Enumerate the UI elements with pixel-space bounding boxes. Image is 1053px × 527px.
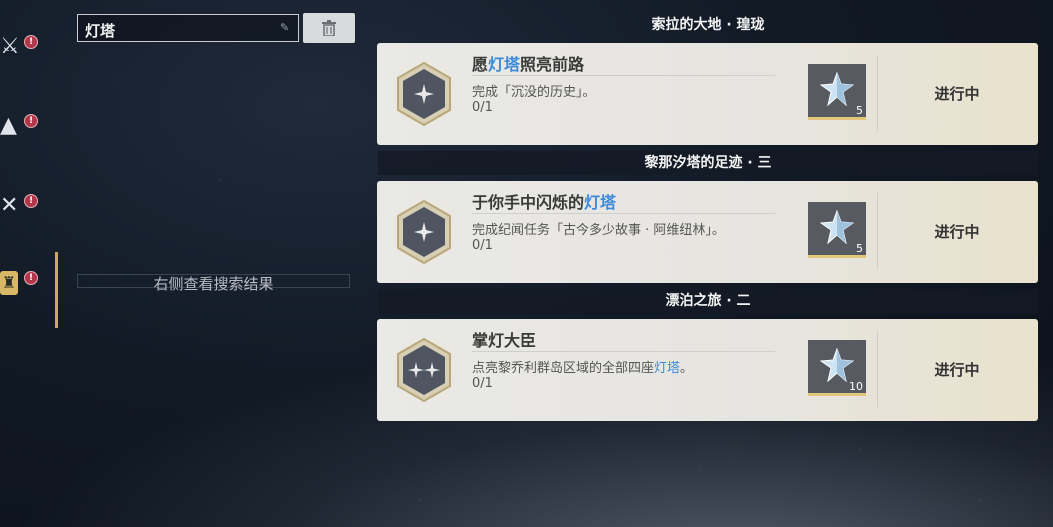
- status-label: 进行中: [934, 361, 980, 379]
- reward-count: 10: [849, 380, 863, 393]
- double-star-emblem-icon: [397, 337, 451, 403]
- crystal-star-icon: [820, 210, 854, 244]
- lighthouse-category-icon: ♜: [0, 271, 18, 295]
- achievement-title: 愿灯塔照亮前路: [472, 55, 585, 74]
- achievement-card[interactable]: 掌灯大臣 点亮黎乔利群岛区域的全部四座灯塔。 0/1 10 进行中: [377, 319, 1038, 421]
- alert-badge: !: [24, 271, 38, 285]
- alert-badge: !: [24, 194, 38, 208]
- achievement-progress: 0/1: [472, 376, 493, 391]
- crystal-star-icon: [820, 348, 854, 382]
- mountain-emblem-icon: ▲: [0, 113, 17, 138]
- search-query-text: 灯塔: [85, 22, 116, 40]
- rail-item-4[interactable]: ♜ !: [0, 263, 40, 303]
- title-divider: [472, 351, 775, 352]
- edit-icon[interactable]: ✎: [280, 22, 292, 34]
- clear-search-button[interactable]: [303, 13, 355, 43]
- achievement-title: 于你手中闪烁的灯塔: [472, 193, 617, 212]
- section-title: 漂泊之旅 · 二: [378, 289, 1038, 313]
- reward-item[interactable]: 5: [808, 202, 866, 258]
- category-rail: ⚔ ! ▲ ! ✕ ! ♜ !: [0, 0, 60, 527]
- title-divider: [472, 75, 775, 76]
- achievement-card[interactable]: 愿灯塔照亮前路 完成「沉没的历史」。 0/1 5 进行中: [377, 43, 1038, 145]
- trash-icon: [322, 20, 336, 36]
- status-label: 进行中: [934, 85, 980, 103]
- crystal-star-icon: [820, 72, 854, 106]
- alert-badge: !: [24, 35, 38, 49]
- status-label: 进行中: [934, 223, 980, 241]
- active-rail-indicator: [55, 252, 58, 328]
- search-result-hint: 右侧查看搜索结果: [77, 274, 350, 293]
- section-title: 索拉的大地 · 瑝珑: [651, 17, 765, 33]
- reward-count: 5: [856, 242, 863, 255]
- reward-count: 5: [856, 104, 863, 117]
- title-divider: [472, 213, 775, 214]
- rail-item-2[interactable]: ▲ !: [0, 106, 40, 146]
- reward-item[interactable]: 5: [808, 64, 866, 120]
- rail-item-1[interactable]: ⚔ !: [0, 27, 40, 67]
- search-input[interactable]: 灯塔 ✎: [77, 14, 299, 42]
- achievement-description: 点亮黎乔利群岛区域的全部四座灯塔。: [472, 361, 694, 376]
- card-divider: [877, 55, 878, 131]
- alert-badge: !: [24, 114, 38, 128]
- card-divider: [877, 331, 878, 407]
- star-emblem-icon: [397, 61, 451, 127]
- card-divider: [877, 193, 878, 269]
- achievement-description: 完成「沉没的历史」。: [472, 85, 596, 100]
- section-title: 黎那汐塔的足迹 · 三: [378, 151, 1038, 175]
- achievement-card[interactable]: 于你手中闪烁的灯塔 完成纪闻任务「古今多少故事 · 阿维纽林」。 0/1 5 进…: [377, 181, 1038, 283]
- reward-item[interactable]: 10: [808, 340, 866, 396]
- achievement-progress: 0/1: [472, 238, 493, 253]
- achievement-progress: 0/1: [472, 100, 493, 115]
- sword-emblem-icon: ⚔: [0, 34, 20, 59]
- crossed-blades-icon: ✕: [0, 193, 19, 218]
- rail-item-3[interactable]: ✕ !: [0, 186, 40, 226]
- star-emblem-icon: [397, 199, 451, 265]
- achievement-title: 掌灯大臣: [472, 331, 537, 350]
- hint-text: 右侧查看搜索结果: [153, 275, 274, 293]
- achievement-description: 完成纪闻任务「古今多少故事 · 阿维纽林」。: [472, 223, 725, 238]
